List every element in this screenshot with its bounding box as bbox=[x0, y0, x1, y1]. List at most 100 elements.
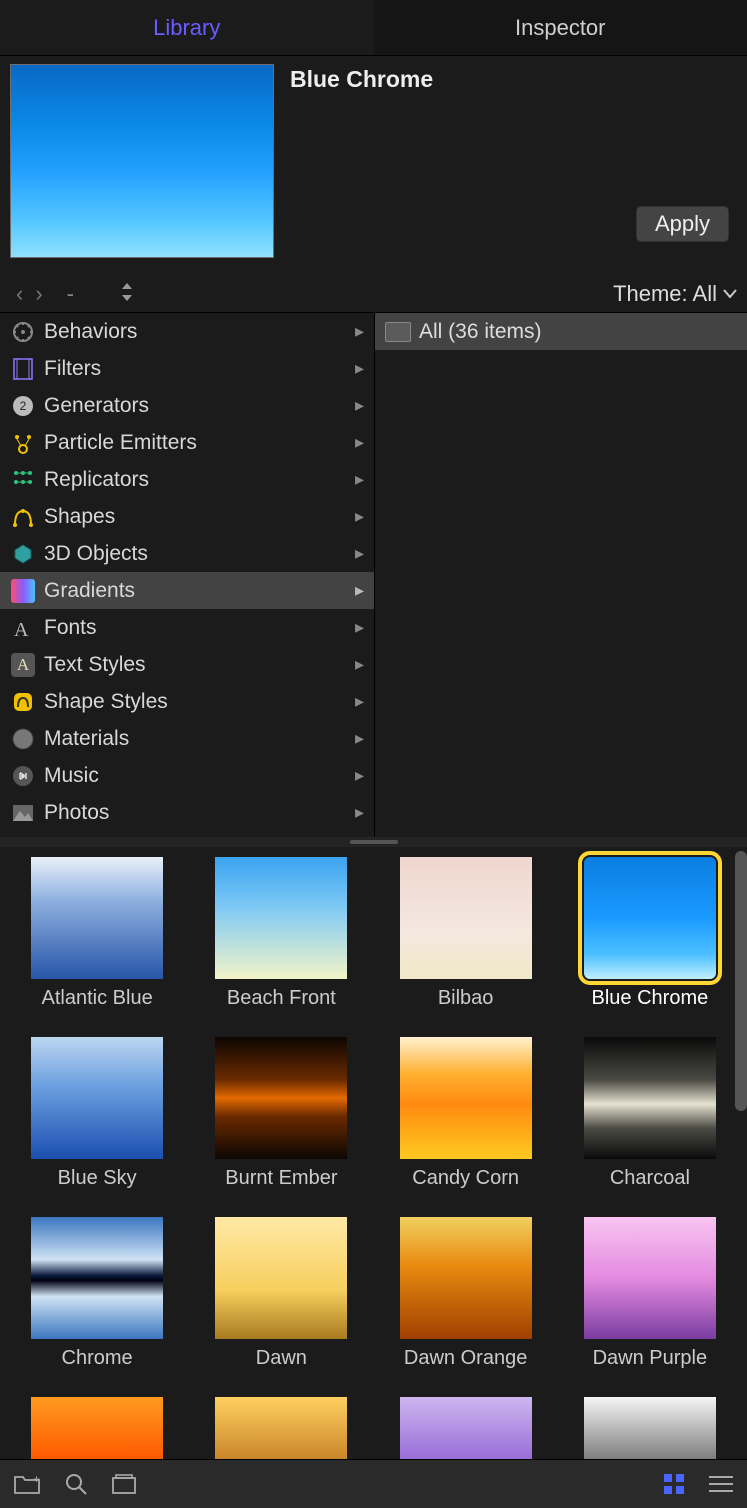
path-placeholder: - bbox=[67, 281, 74, 307]
sidebar-item-gradients[interactable]: Gradients▸ bbox=[0, 572, 374, 609]
gradient-label: Atlantic Blue bbox=[42, 987, 153, 1010]
stack-icon[interactable] bbox=[112, 1474, 136, 1494]
category-icon bbox=[10, 726, 36, 752]
chevron-right-icon: ▸ bbox=[355, 432, 364, 453]
gradient-thumbnail bbox=[31, 1037, 163, 1159]
category-label: Fonts bbox=[44, 616, 97, 640]
search-icon[interactable] bbox=[64, 1472, 88, 1496]
category-label: Gradients bbox=[44, 579, 135, 603]
category-label: Replicators bbox=[44, 468, 149, 492]
gradient-item[interactable]: Atlantic Blue bbox=[6, 857, 188, 1033]
gradient-item[interactable]: Dawn Orange bbox=[375, 1217, 557, 1393]
gradient-item[interactable]: Chrome bbox=[6, 1217, 188, 1393]
sidebar-item-generators[interactable]: 2Generators▸ bbox=[0, 387, 374, 424]
sidebar-item-replicators[interactable]: Replicators▸ bbox=[0, 461, 374, 498]
svg-text:+: + bbox=[33, 1474, 40, 1486]
category-label: Photos bbox=[44, 801, 109, 825]
subcategory-all[interactable]: All (36 items) bbox=[375, 313, 747, 350]
gradient-item[interactable] bbox=[375, 1397, 557, 1459]
path-bar: ‹ › - Theme: All bbox=[0, 276, 747, 313]
category-icon bbox=[10, 763, 36, 789]
sidebar-item-filters[interactable]: Filters ▸ bbox=[0, 350, 374, 387]
category-label: Behaviors bbox=[44, 320, 137, 344]
chevron-right-icon: ▸ bbox=[355, 358, 364, 379]
gradient-item[interactable]: Blue Chrome bbox=[559, 857, 741, 1033]
category-icon bbox=[10, 430, 36, 456]
gradient-thumbnail bbox=[215, 1037, 347, 1159]
gradient-thumbnail bbox=[215, 857, 347, 979]
gradient-item[interactable]: Blue Sky bbox=[6, 1037, 188, 1213]
gradient-item[interactable]: Beach Front bbox=[190, 857, 372, 1033]
folder-icon bbox=[385, 322, 411, 342]
theme-label: Theme: All bbox=[613, 281, 717, 307]
subcategory-label: All (36 items) bbox=[419, 320, 542, 344]
category-label: Music bbox=[44, 764, 99, 788]
chevron-right-icon: ▸ bbox=[355, 543, 364, 564]
tab-library[interactable]: Library bbox=[0, 0, 374, 56]
gradient-thumbnail bbox=[31, 1217, 163, 1339]
gradient-item[interactable]: Burnt Ember bbox=[190, 1037, 372, 1213]
gradient-item[interactable]: Charcoal bbox=[559, 1037, 741, 1213]
gradient-grid[interactable]: Atlantic Blue Beach Front Bilbao Blue Chrom… bbox=[0, 847, 747, 1459]
gradient-item[interactable]: Candy Corn bbox=[375, 1037, 557, 1213]
sidebar-item-3d-objects[interactable]: 3D Objects▸ bbox=[0, 535, 374, 572]
chevron-right-icon: ▸ bbox=[355, 395, 364, 416]
gradient-thumbnail bbox=[31, 1397, 163, 1459]
sidebar-item-photos[interactable]: Photos▸ bbox=[0, 794, 374, 831]
gradient-thumbnail bbox=[215, 1397, 347, 1459]
category-icon bbox=[10, 541, 36, 567]
category-icon bbox=[10, 356, 36, 382]
pane-resize-handle[interactable] bbox=[0, 837, 747, 847]
preview-title: Blue Chrome bbox=[290, 66, 433, 272]
gradient-item[interactable]: Dawn Purple bbox=[559, 1217, 741, 1393]
tab-inspector[interactable]: Inspector bbox=[374, 0, 747, 56]
apply-button[interactable]: Apply bbox=[636, 206, 729, 242]
sidebar-item-shape-styles[interactable]: Shape Styles▸ bbox=[0, 683, 374, 720]
category-label: Shape Styles bbox=[44, 690, 168, 714]
grid-view-icon[interactable] bbox=[663, 1473, 685, 1495]
gradient-label: Bilbao bbox=[438, 987, 494, 1010]
gradient-label: Blue Sky bbox=[58, 1167, 137, 1190]
category-label: Generators bbox=[44, 394, 149, 418]
category-list[interactable]: Behaviors▸Filters▸2Generators▸Particle E… bbox=[0, 313, 375, 837]
theme-dropdown[interactable]: Theme: All bbox=[613, 281, 737, 307]
preview-thumbnail bbox=[10, 64, 274, 258]
sidebar-item-text-styles[interactable]: AText Styles▸ bbox=[0, 646, 374, 683]
sidebar-item-shapes[interactable]: Shapes▸ bbox=[0, 498, 374, 535]
gradient-item[interactable]: Bilbao bbox=[375, 857, 557, 1033]
subcategory-list[interactable]: All (36 items) bbox=[375, 313, 747, 837]
gradient-label: Dawn Orange bbox=[404, 1347, 527, 1370]
category-label: Particle Emitters bbox=[44, 431, 197, 455]
gradient-item[interactable] bbox=[559, 1397, 741, 1459]
category-label: Filters bbox=[44, 357, 101, 381]
gradient-item[interactable] bbox=[6, 1397, 188, 1459]
gradient-thumbnail bbox=[584, 1217, 716, 1339]
gradient-item[interactable]: Dawn bbox=[190, 1217, 372, 1393]
preview-area: Blue Chrome Apply bbox=[0, 56, 747, 276]
chevron-right-icon: ▸ bbox=[355, 321, 364, 342]
gradient-thumbnail bbox=[215, 1217, 347, 1339]
gradient-thumbnail bbox=[400, 857, 532, 979]
sidebar-item-behaviors[interactable]: Behaviors ▸ bbox=[0, 313, 374, 350]
nav-forward-icon[interactable]: › bbox=[29, 281, 48, 307]
gradient-thumbnail bbox=[584, 857, 716, 979]
list-view-icon[interactable] bbox=[709, 1475, 733, 1493]
sidebar-item-fonts[interactable]: AFonts▸ bbox=[0, 609, 374, 646]
gradient-label: Beach Front bbox=[227, 987, 336, 1010]
gradient-label: Charcoal bbox=[610, 1167, 690, 1190]
gradient-label: Chrome bbox=[62, 1347, 133, 1370]
sidebar-item-materials[interactable]: Materials▸ bbox=[0, 720, 374, 757]
sidebar-item-music[interactable]: Music▸ bbox=[0, 757, 374, 794]
chevron-right-icon: ▸ bbox=[355, 654, 364, 675]
category-icon bbox=[10, 504, 36, 530]
category-icon bbox=[10, 800, 36, 826]
new-folder-icon[interactable]: + bbox=[14, 1474, 40, 1494]
sort-toggle-icon[interactable] bbox=[120, 281, 134, 307]
gradient-thumbnail bbox=[400, 1217, 532, 1339]
category-icon bbox=[10, 689, 36, 715]
gradient-item[interactable] bbox=[190, 1397, 372, 1459]
scrollbar[interactable] bbox=[735, 851, 747, 1111]
gradient-label: Candy Corn bbox=[412, 1167, 519, 1190]
sidebar-item-particle-emitters[interactable]: Particle Emitters ▸ bbox=[0, 424, 374, 461]
nav-back-icon[interactable]: ‹ bbox=[10, 281, 29, 307]
